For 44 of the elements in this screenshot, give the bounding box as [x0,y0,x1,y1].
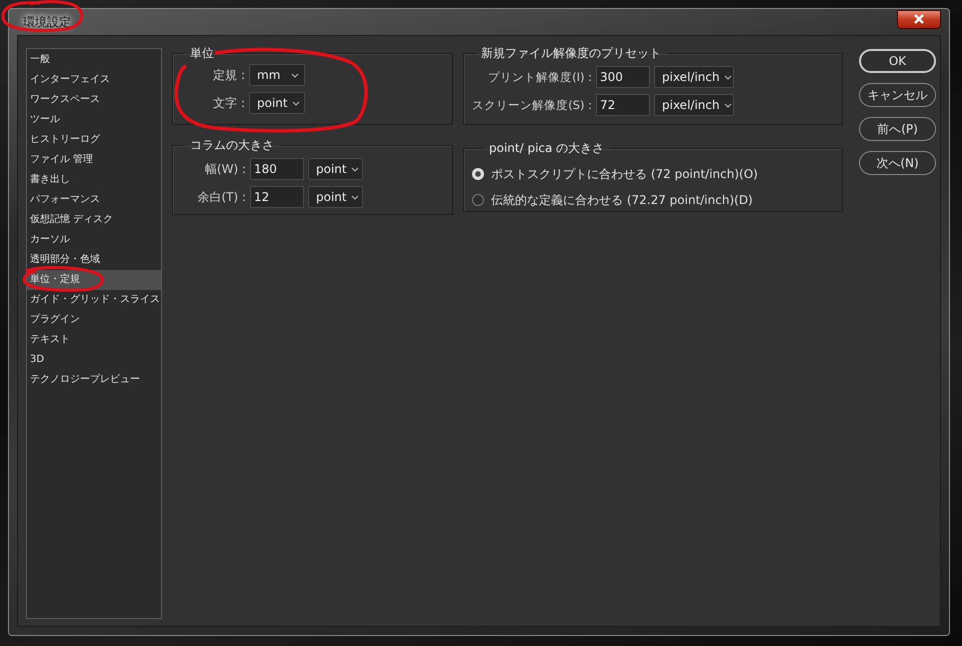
window-title: 環境設定 [23,14,71,30]
radio-label[interactable]: 伝統的な定義に合わせる (72.27 point/inch)(D) [491,192,753,208]
dialog-button[interactable]: 前へ(P) [859,117,936,141]
category-item[interactable]: 透明部分・色域 [27,250,161,270]
field-label: 幅(W) : [204,160,247,178]
input-field[interactable]: 12 [250,186,304,208]
category-item[interactable]: ツール [27,110,161,130]
dialog-button[interactable]: 次へ(N) [859,151,936,175]
unit-dropdown[interactable]: point [249,92,305,114]
category-item[interactable]: インターフェイス [27,70,161,90]
category-item[interactable]: ガイド・グリッド・スライス [27,290,161,310]
group-title: コラムの大きさ [189,137,275,154]
unit-dropdown[interactable]: pixel/inch [654,66,734,88]
category-item[interactable]: カーソル [27,230,161,250]
dialog-button[interactable]: キャンセル [859,83,936,107]
category-item[interactable]: ワークスペース [27,90,161,110]
dialog-button[interactable]: OK [859,49,936,73]
group-title: 単位 [189,45,215,62]
field-label: 定規 : [212,66,246,84]
category-item[interactable]: 単位・定規 [27,270,161,290]
group-title: 新規ファイル解像度のプリセット [480,45,662,62]
field-label: プリント解像度(I) : [487,70,593,84]
category-item[interactable]: 仮想記憶 ディスク [27,210,161,230]
category-item[interactable]: テクノロジープレビュー [27,370,161,390]
input-field[interactable]: 72 [596,94,650,116]
field-label: スクリーン解像度(S) : [471,98,593,112]
category-item[interactable]: プラグイン [27,310,161,330]
field-label: 文字 : [212,94,246,112]
category-item[interactable]: パフォーマンス [27,190,161,210]
field-label: 余白(T) : [196,188,247,206]
category-item[interactable]: ファイル 管理 [27,150,161,170]
category-item[interactable]: 一般 [27,50,161,70]
input-field[interactable]: 300 [596,66,650,88]
unit-dropdown[interactable]: point [308,158,363,180]
category-item[interactable]: ヒストリーログ [27,130,161,150]
category-item[interactable]: テキスト [27,330,161,350]
category-item[interactable]: 書き出し [27,170,161,190]
category-item[interactable]: 3D [27,350,161,370]
unit-dropdown[interactable]: pixel/inch [654,94,734,116]
input-field[interactable]: 180 [250,158,304,180]
unit-dropdown[interactable]: point [308,186,363,208]
group-title: point/ pica の大きさ [488,140,606,157]
unit-dropdown[interactable]: mm [249,64,305,86]
radio-label[interactable]: ポストスクリプトに合わせる (72 point/inch)(O) [491,166,758,182]
